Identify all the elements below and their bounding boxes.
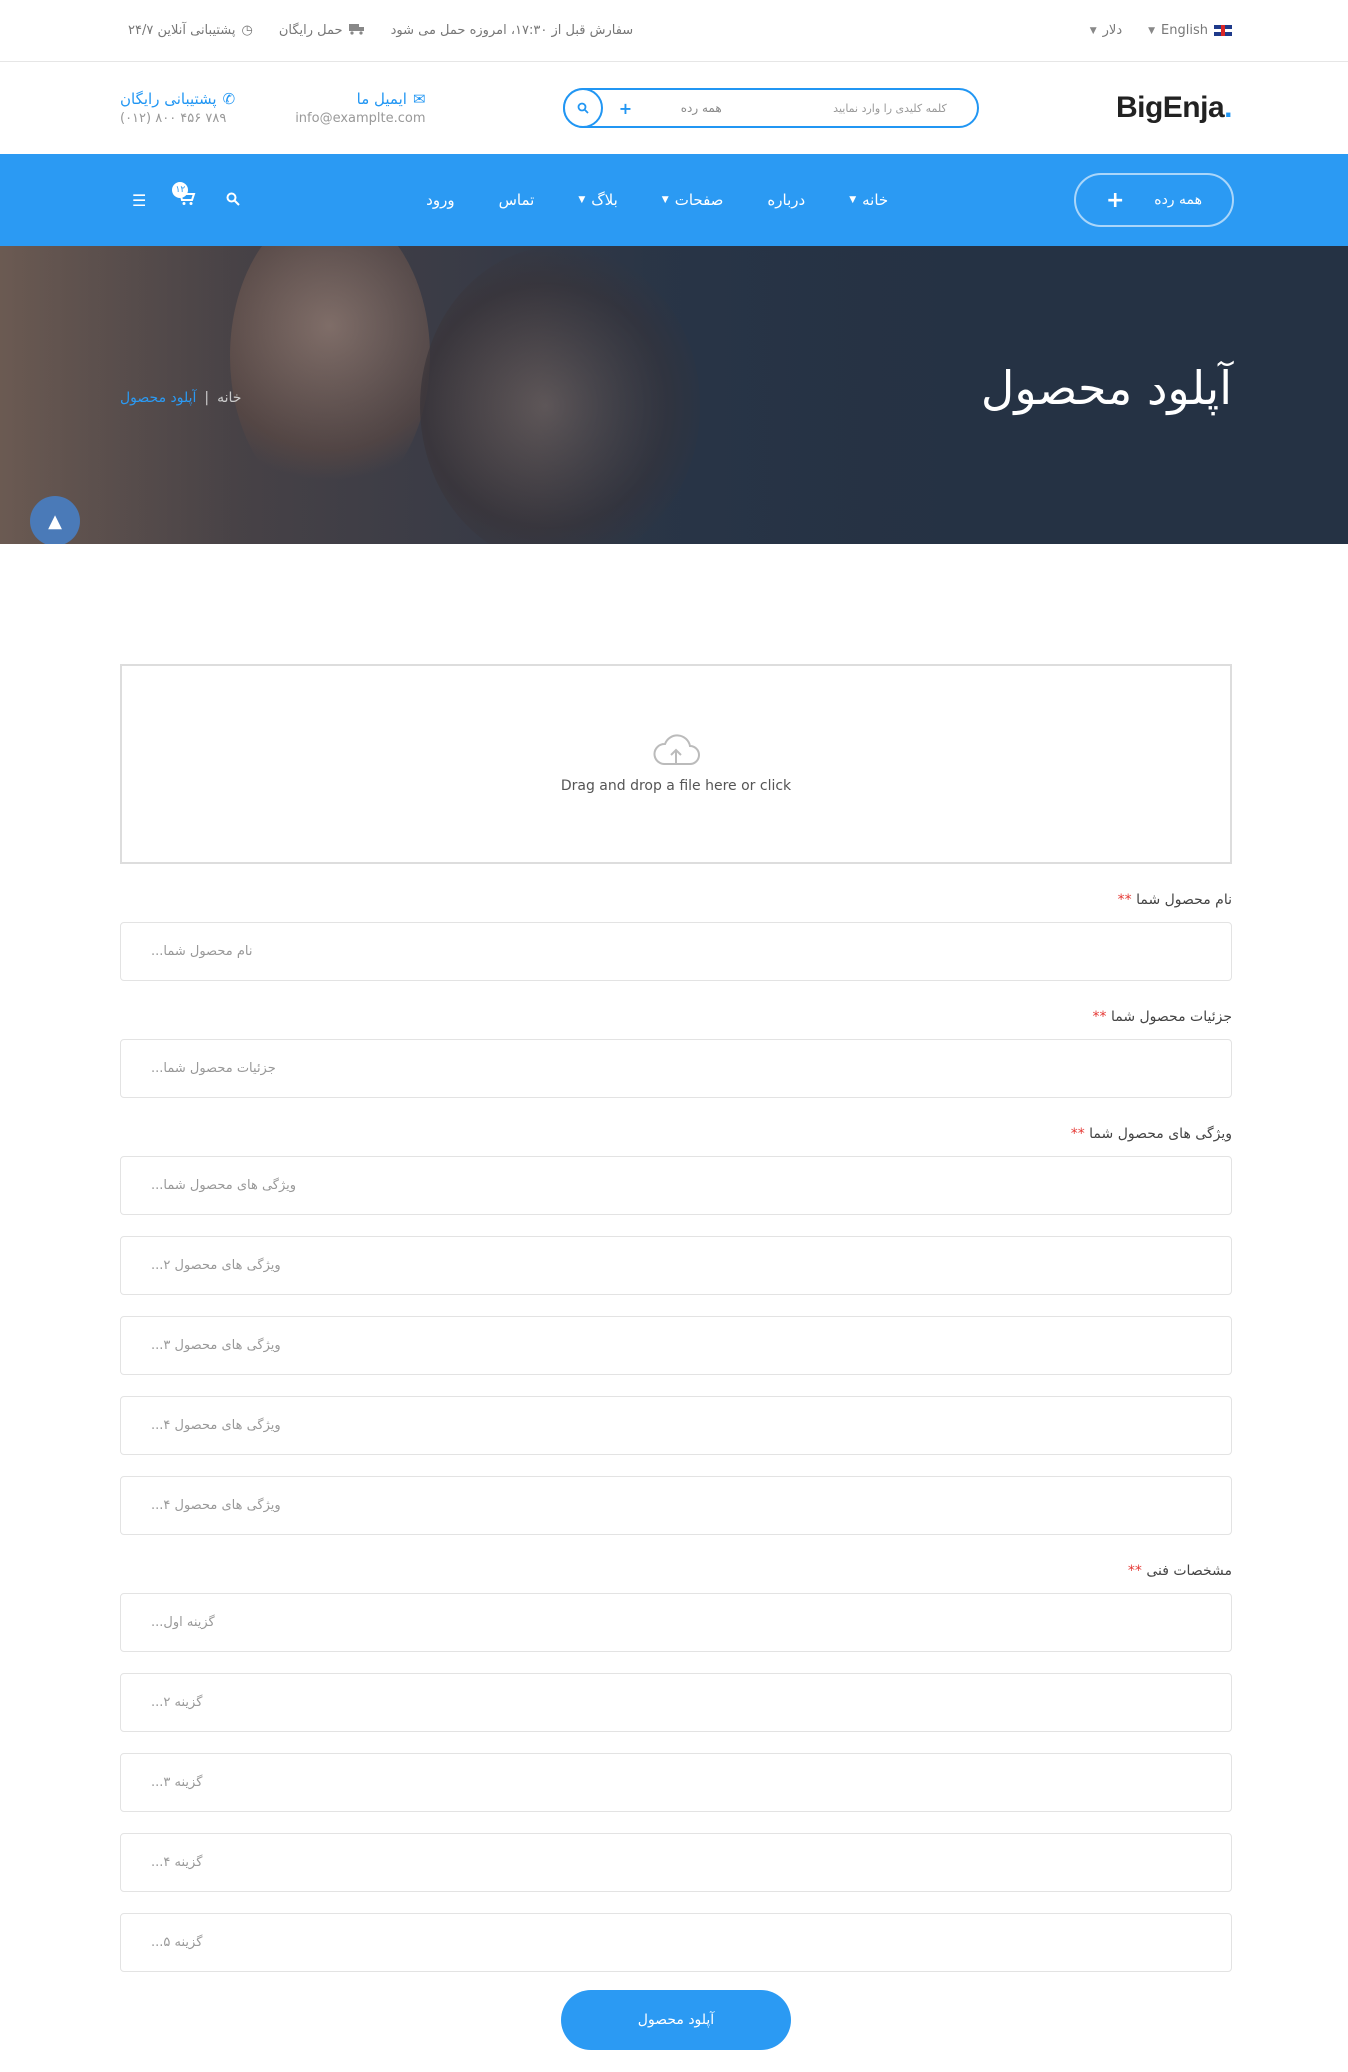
- product-details-input[interactable]: جزئیات محصول شما...: [120, 1039, 1232, 1098]
- nav-item-label: بلاگ: [591, 191, 618, 209]
- currency-label: دلار: [1102, 23, 1123, 38]
- page-hero: آپلود محصول آپلود محصول | خانه ▲: [0, 246, 1348, 544]
- breadcrumb-home[interactable]: خانه: [217, 390, 241, 406]
- chevron-down-icon: ▼: [849, 195, 857, 205]
- all-categories-button[interactable]: + همه رده: [1074, 173, 1234, 227]
- upload-product-button[interactable]: آپلود محصول: [561, 1990, 791, 2050]
- nav-item-contact[interactable]: تماس: [499, 191, 535, 209]
- truck-icon: [348, 23, 365, 39]
- email-value[interactable]: info@examplte.com: [295, 111, 425, 126]
- tech-spec-input[interactable]: گزینه ۳...: [120, 1753, 1232, 1812]
- breadcrumb-separator: |: [204, 390, 210, 406]
- main-nav: ☰ ۱۲ خانه ▼ درباره صفحات ▼ بلاگ ▼ تماس ورود…: [0, 154, 1348, 246]
- support-phone: (۰۱۲) ۸۰۰ ۴۵۶ ۷۸۹: [120, 111, 227, 126]
- label-text: ویژگی های محصول شما: [1089, 1126, 1232, 1142]
- header: ✆ پشتیبانی رایگان (۰۱۲) ۸۰۰ ۴۵۶ ۷۸۹ ✉ ای…: [0, 62, 1348, 154]
- label-text: مشخصات فنی: [1146, 1563, 1232, 1579]
- required-mark: **: [1117, 892, 1132, 908]
- language-select[interactable]: ▼ English: [1148, 23, 1232, 38]
- upload-form: Drag and drop a file here or click نام م…: [0, 544, 1348, 2050]
- product-details-label: جزئیات محصول شما **: [120, 1009, 1232, 1025]
- cart-button[interactable]: ۱۲: [172, 182, 196, 210]
- required-mark: **: [1127, 1563, 1142, 1579]
- nav-item-about[interactable]: درباره: [767, 191, 805, 209]
- tech-spec-input[interactable]: گزینه ۴...: [120, 1833, 1232, 1892]
- tech-specs-label: مشخصات فنی **: [120, 1563, 1232, 1579]
- support-text: ۲۴/۷ پشتیبانی آنلاین: [128, 23, 236, 38]
- search-button[interactable]: [562, 88, 603, 128]
- free-shipping-text: حمل رایگان: [278, 23, 343, 38]
- free-shipping: حمل رایگان: [279, 23, 365, 39]
- clock-icon: ◷: [241, 23, 253, 38]
- chevron-down-icon: ▼: [661, 195, 669, 205]
- tech-spec-input[interactable]: گزینه ۲...: [120, 1673, 1232, 1732]
- currency-select[interactable]: ▼ دلار: [1090, 23, 1122, 38]
- product-feature-input[interactable]: ویژگی های محصول ۲...: [120, 1236, 1232, 1295]
- tech-spec-input[interactable]: گزینه اول...: [120, 1593, 1232, 1652]
- search-icon: [226, 192, 241, 206]
- nav-item-login[interactable]: ورود: [426, 191, 454, 209]
- required-mark: **: [1092, 1009, 1107, 1025]
- cloud-upload-icon: [653, 734, 700, 765]
- chevron-down-icon: ▼: [1089, 25, 1097, 36]
- product-name-input[interactable]: نام محصول شما...: [120, 922, 1232, 981]
- nav-item-label: صفحات: [674, 191, 724, 209]
- product-feature-input[interactable]: ویژگی های محصول ۴...: [120, 1476, 1232, 1535]
- top-bar-left: ۲۴/۷ پشتیبانی آنلاین ◷ حمل رایگان سفارش …: [128, 23, 633, 39]
- chevron-down-icon: ▼: [578, 195, 586, 205]
- category-plus-icon[interactable]: +: [619, 99, 632, 118]
- all-categories-label: همه رده: [1154, 192, 1202, 208]
- uk-flag-icon: [1214, 25, 1232, 36]
- nav-item-pages[interactable]: صفحات ▼: [662, 191, 724, 209]
- file-dropzone[interactable]: Drag and drop a file here or click: [120, 664, 1232, 864]
- page: ۲۴/۷ پشتیبانی آنلاین ◷ حمل رایگان سفارش …: [0, 0, 1348, 2072]
- dropzone-text: Drag and drop a file here or click: [560, 778, 792, 794]
- nav-item-label: درباره: [767, 191, 806, 209]
- contact-info: ✆ پشتیبانی رایگان (۰۱۲) ۸۰۰ ۴۵۶ ۷۸۹ ✉ ای…: [120, 90, 426, 126]
- product-name-label: نام محصول شما **: [120, 892, 1232, 908]
- top-bar: ۲۴/۷ پشتیبانی آنلاین ◷ حمل رایگان سفارش …: [0, 0, 1348, 62]
- logo-text: BigEnja: [1115, 91, 1225, 124]
- email-title: ایمیل ما: [356, 90, 407, 108]
- breadcrumb: آپلود محصول | خانه: [120, 390, 241, 406]
- required-mark: **: [1070, 1126, 1085, 1142]
- nav-menu: خانه ▼ درباره صفحات ▼ بلاگ ▼ تماس ورود: [426, 191, 888, 209]
- order-notice: سفارش قبل از ۱۷:۳۰، امروزه حمل می شود: [390, 23, 634, 38]
- search-button[interactable]: [226, 191, 241, 210]
- nav-item-label: خانه: [862, 191, 889, 209]
- nav-item-label: ورود: [426, 191, 455, 209]
- search-icon: [577, 102, 589, 114]
- label-text: جزئیات محصول شما: [1110, 1009, 1232, 1025]
- nav-item-home[interactable]: خانه ▼: [849, 191, 888, 209]
- tech-spec-input[interactable]: گزینه ۵...: [120, 1913, 1232, 1972]
- search-bar: + همه رده کلمه کلیدی را وارد نمایید: [562, 88, 979, 128]
- breadcrumb-current: آپلود محصول: [120, 390, 197, 406]
- nav-icons: ☰ ۱۲: [132, 182, 241, 210]
- product-feature-input[interactable]: ویژگی های محصول ۳...: [120, 1316, 1232, 1375]
- product-feature-input[interactable]: ویژگی های محصول شما...: [120, 1156, 1232, 1215]
- support-title: پشتیبانی رایگان: [120, 90, 217, 108]
- rocket-icon[interactable]: ▲: [30, 496, 80, 544]
- support-online: ۲۴/۷ پشتیبانی آنلاین ◷: [128, 23, 253, 38]
- search-category-select[interactable]: همه رده: [681, 101, 722, 115]
- support-contact: ✆ پشتیبانی رایگان (۰۱۲) ۸۰۰ ۴۵۶ ۷۸۹: [120, 90, 235, 126]
- nav-item-label: تماس: [498, 191, 535, 209]
- phone-icon: ✆: [222, 90, 236, 108]
- top-bar-right: ▼ دلار ▼ English: [1090, 23, 1232, 38]
- plus-icon: +: [1106, 187, 1125, 213]
- product-features-label: ویژگی های محصول شما **: [120, 1126, 1232, 1142]
- page-title: آپلود محصول: [980, 361, 1232, 415]
- email-contact: ✉ ایمیل ما info@examplte.com: [295, 90, 425, 126]
- hamburger-menu-icon[interactable]: ☰: [132, 191, 146, 210]
- language-label: English: [1161, 23, 1208, 38]
- site-logo[interactable]: BigEnja.: [1115, 91, 1233, 125]
- label-text: نام محصول شما: [1136, 892, 1232, 908]
- product-feature-input[interactable]: ویژگی های محصول ۴...: [120, 1396, 1232, 1455]
- search-input[interactable]: کلمه کلیدی را وارد نمایید: [833, 102, 947, 115]
- envelope-icon: ✉: [412, 90, 426, 108]
- nav-item-blog[interactable]: بلاگ ▼: [578, 191, 617, 209]
- chevron-down-icon: ▼: [1148, 25, 1156, 36]
- logo-dot: .: [1224, 91, 1232, 124]
